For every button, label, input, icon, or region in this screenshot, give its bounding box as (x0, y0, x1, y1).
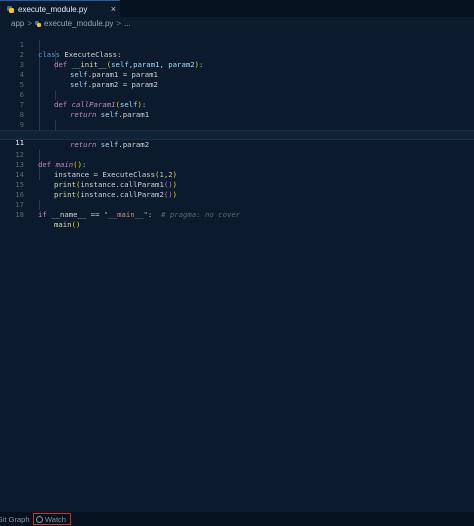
breadcrumb-folder[interactable]: app (11, 19, 24, 28)
code-text: main() (54, 220, 81, 229)
code-line: 5 (0, 70, 474, 89)
code-line: 4 self.param2 = param2 (0, 60, 474, 89)
python-file-icon (7, 5, 14, 13)
close-icon[interactable]: × (111, 3, 116, 15)
code-line: 10 return self.param2 (0, 120, 474, 149)
code-line: 9 def callParam2(self): (0, 110, 474, 139)
code-line: 8 (0, 100, 474, 119)
breadcrumb: app > execute_module.py > ... (0, 17, 474, 30)
code-line: 14 print(instance.callParam1()) (0, 160, 474, 189)
code-line: 3 self.param1 = param1 (0, 50, 474, 79)
code-line: 16 (0, 180, 474, 199)
code-line: 2 def __init__(self,param1, param2): (0, 40, 474, 69)
breadcrumb-separator: > (27, 19, 33, 28)
code-line: 7 return self.param1 (0, 90, 474, 119)
current-line: 11 (0, 130, 474, 147)
tab-bar: execute_module.py × (0, 0, 474, 17)
tab-execute-module[interactable]: execute_module.py × (0, 0, 120, 17)
tab-label: execute_module.py (18, 4, 88, 14)
code-line: 6 def callParam1(self): (0, 80, 474, 109)
code-line: 12 def main(): (0, 140, 474, 169)
code-line: 1 class ExecuteClass: (0, 30, 474, 59)
watch-label: Watch (45, 514, 66, 524)
status-bar: Git Graph Watch (0, 512, 474, 526)
watch-icon (36, 515, 43, 523)
code-text: if __name__ == "__main__": # pragma: no … (38, 210, 241, 219)
editor-window: execute_module.py × app > execute_module… (0, 0, 474, 526)
breadcrumb-symbols[interactable]: ... (124, 19, 131, 28)
code-editor[interactable]: 1 class ExecuteClass: 2 def __init__(sel… (0, 30, 474, 510)
code-line: 13 instance = ExecuteClass(1,2) (0, 150, 474, 179)
git-graph-button[interactable]: Git Graph (0, 514, 30, 525)
code-line: 17 if __name__ == "__main__": # pragma: … (0, 190, 474, 219)
breadcrumb-separator: > (116, 19, 122, 28)
code-line: 18 main() (0, 200, 474, 229)
line-number: 18 (15, 210, 24, 219)
watch-button[interactable]: Watch (33, 513, 71, 525)
code-line: 15 print(instance.callParam2()) (0, 170, 474, 199)
breadcrumb-file[interactable]: execute_module.py (44, 19, 113, 28)
python-file-icon (35, 20, 42, 27)
